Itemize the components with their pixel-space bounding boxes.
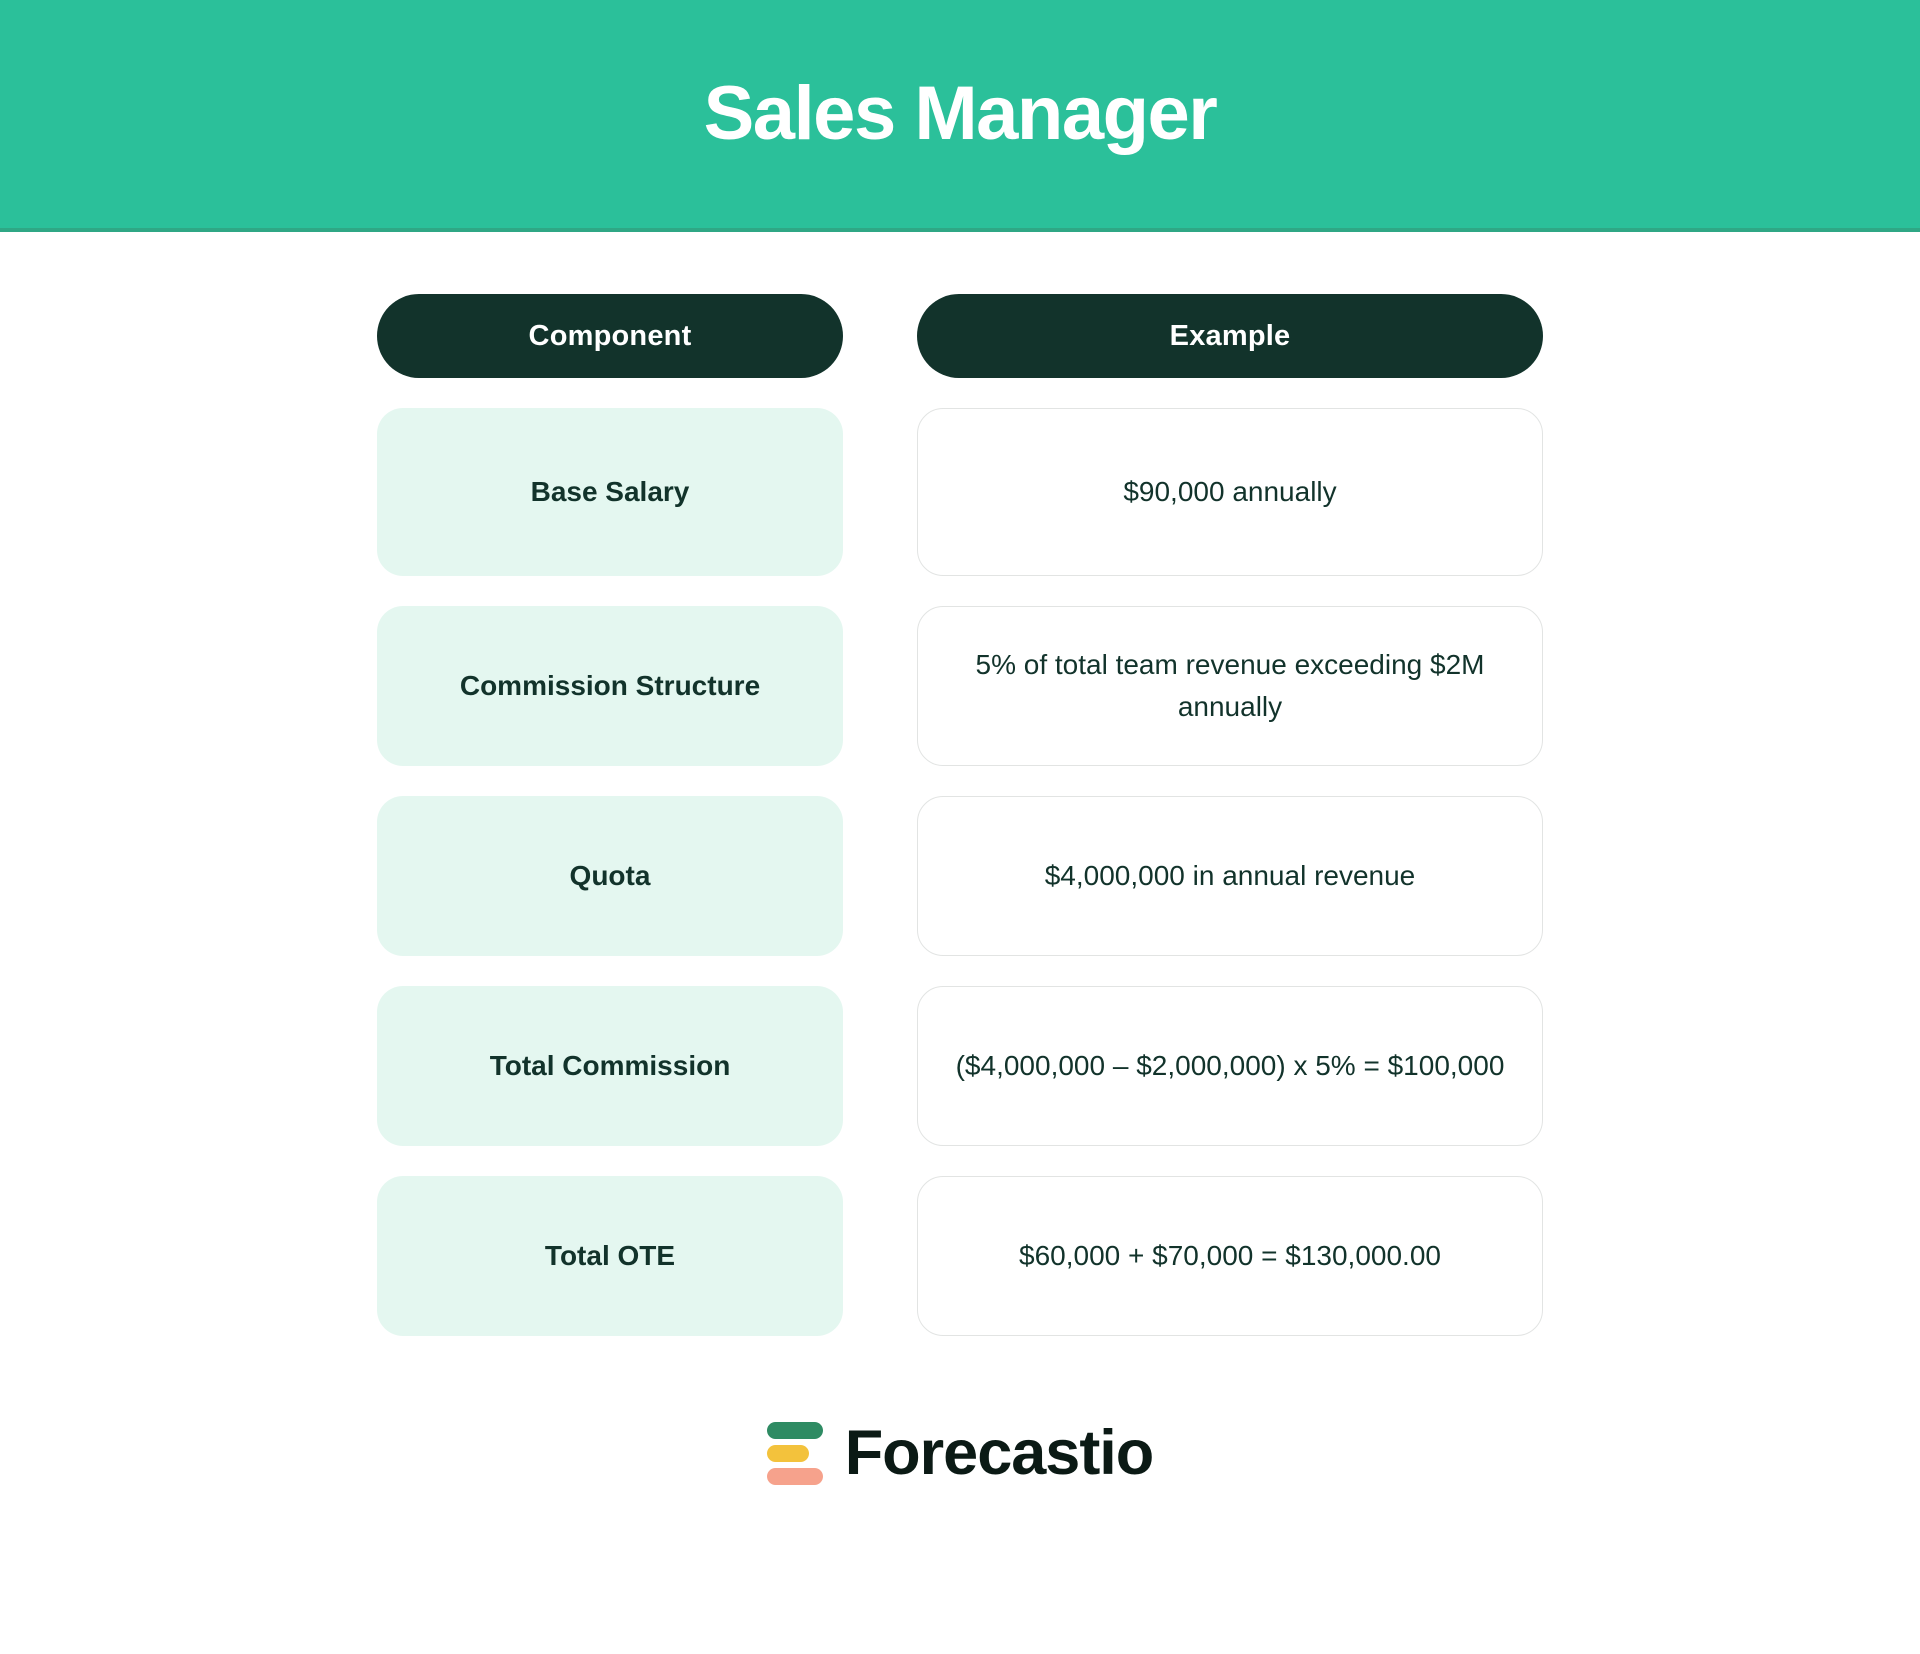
component-label: Commission Structure xyxy=(377,606,843,766)
table-cell-example: $90,000 annually xyxy=(917,408,1543,576)
table-container: Component Example Base Salary $90,000 an… xyxy=(0,232,1920,1336)
component-label: Total OTE xyxy=(377,1176,843,1336)
compensation-table: Component Example Base Salary $90,000 an… xyxy=(377,294,1543,1336)
column-header-component: Component xyxy=(377,294,843,378)
header-pill-component: Component xyxy=(377,294,843,378)
logo-wordmark: Forecastio xyxy=(844,1418,1155,1488)
table-cell-example: $60,000 + $70,000 = $130,000.00 xyxy=(917,1176,1543,1336)
page-footer: Forecastio xyxy=(0,1422,1920,1485)
table-row: Commission Structure 5% of total team re… xyxy=(377,606,1543,766)
table-header-row: Component Example xyxy=(377,294,1543,378)
component-label: Base Salary xyxy=(377,408,843,576)
logo-bar-salmon-icon xyxy=(766,1468,823,1485)
table-cell-example: 5% of total team revenue exceeding $2M a… xyxy=(917,606,1543,766)
table-row: Quota $4,000,000 in annual revenue xyxy=(377,796,1543,956)
forecastio-logo-icon xyxy=(766,1422,823,1485)
table-cell-component: Total Commission xyxy=(377,986,843,1146)
example-value: $90,000 annually xyxy=(917,408,1543,576)
logo-bar-yellow-icon xyxy=(766,1445,809,1462)
table-row: Base Salary $90,000 annually xyxy=(377,408,1543,576)
example-value: 5% of total team revenue exceeding $2M a… xyxy=(917,606,1543,766)
example-value: $60,000 + $70,000 = $130,000.00 xyxy=(917,1176,1543,1336)
component-label: Total Commission xyxy=(377,986,843,1146)
infographic-page: Sales Manager Component Example Base Sal… xyxy=(0,0,1920,1654)
example-value: ($4,000,000 – $2,000,000) x 5% = $100,00… xyxy=(917,986,1543,1146)
forecastio-logo: Forecastio xyxy=(766,1418,1155,1488)
table-row: Total OTE $60,000 + $70,000 = $130,000.0… xyxy=(377,1176,1543,1336)
header-pill-example: Example xyxy=(917,294,1543,378)
table-cell-example: ($4,000,000 – $2,000,000) x 5% = $100,00… xyxy=(917,986,1543,1146)
table-cell-component: Quota xyxy=(377,796,843,956)
table-cell-component: Total OTE xyxy=(377,1176,843,1336)
table-cell-component: Commission Structure xyxy=(377,606,843,766)
table-row: Total Commission ($4,000,000 – $2,000,00… xyxy=(377,986,1543,1146)
example-value: $4,000,000 in annual revenue xyxy=(917,796,1543,956)
component-label: Quota xyxy=(377,796,843,956)
column-header-example: Example xyxy=(917,294,1543,378)
page-title: Sales Manager xyxy=(703,71,1218,156)
table-cell-example: $4,000,000 in annual revenue xyxy=(917,796,1543,956)
table-cell-component: Base Salary xyxy=(377,408,843,576)
logo-bar-green-icon xyxy=(766,1422,823,1439)
page-header: Sales Manager xyxy=(0,0,1920,232)
